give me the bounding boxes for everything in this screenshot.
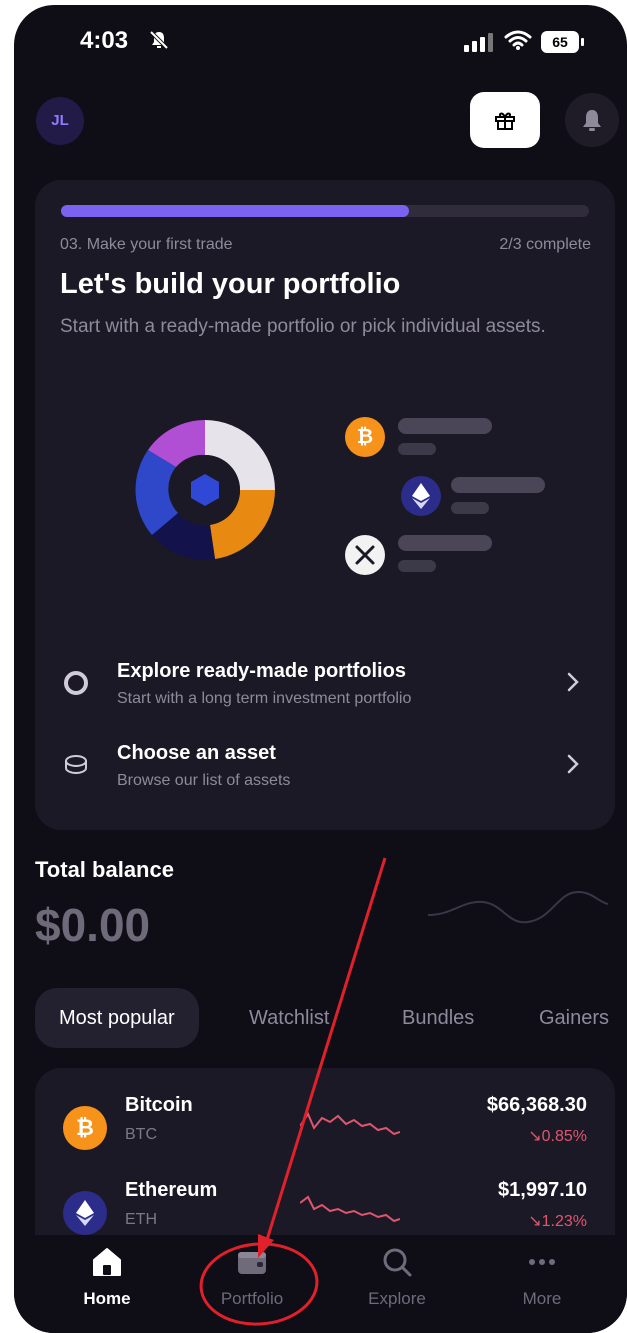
tab-bundles[interactable]: Bundles (402, 988, 474, 1048)
trend-down-icon: ↘ (528, 1128, 542, 1145)
card-subtitle: Start with a ready-made portfolio or pic… (60, 316, 546, 337)
battery-indicator: 65 (541, 31, 584, 53)
more-dots-icon (529, 1259, 555, 1265)
bell-muted-icon (149, 30, 169, 50)
nav-label: More (522, 1289, 562, 1308)
placeholder-bar (451, 477, 545, 493)
wallet-icon (238, 1252, 266, 1274)
asset-change-value: 1.23% (541, 1213, 587, 1230)
progress-bar (61, 205, 589, 217)
tab-gainers[interactable]: Gainers (539, 988, 609, 1048)
chevron-right-icon (567, 754, 579, 774)
placeholder-bar (398, 535, 492, 551)
option-description: Start with a long term investment portfo… (117, 690, 412, 707)
asset-change: ↘1.23% (528, 1211, 587, 1231)
asset-price: $1,997.10 (498, 1179, 587, 1201)
option-title: Choose an asset (117, 742, 276, 764)
nav-more[interactable]: More (482, 1235, 602, 1333)
step-label: 03. Make your first trade (60, 236, 233, 253)
bitcoin-icon: ₿ (63, 1106, 107, 1150)
wifi-icon (504, 30, 532, 50)
option-title: Explore ready-made portfolios (117, 660, 406, 682)
ethereum-coin-icon (401, 476, 441, 516)
asset-name: Ethereum (125, 1179, 218, 1201)
placeholder-bar (398, 560, 436, 572)
gift-button[interactable] (470, 92, 540, 148)
placeholder-bar (398, 418, 492, 434)
progress-fill (61, 205, 410, 217)
explore-portfolios-option[interactable]: Explore ready-made portfolios Start with… (35, 660, 615, 730)
nav-label: Home (83, 1289, 131, 1308)
gift-icon (495, 112, 515, 130)
ring-icon (64, 671, 88, 695)
bottom-nav: Home Portfolio Explore More (14, 1235, 627, 1333)
asset-list: ₿ Bitcoin BTC $66,368.30 ↘0.85% Ethereum… (35, 1068, 615, 1248)
status-time: 4:03 (80, 27, 129, 54)
phone-screen: 4:03 65 JL 03. Make your first trade 2/3… (14, 5, 627, 1333)
coins-stack-icon (65, 755, 87, 775)
chevron-right-icon (567, 672, 579, 692)
notifications-button[interactable] (565, 93, 619, 147)
asset-change-value: 0.85% (541, 1128, 587, 1145)
tab-watchlist[interactable]: Watchlist (249, 988, 329, 1048)
asset-change: ↘0.85% (528, 1126, 587, 1146)
choose-asset-option[interactable]: Choose an asset Browse our list of asset… (35, 742, 615, 812)
option-description: Browse our list of assets (117, 772, 291, 789)
bitcoin-coin-icon: ₿ (345, 417, 385, 457)
card-title: Let's build your portfolio (60, 268, 401, 300)
portfolio-donut-illustration (135, 420, 275, 560)
placeholder-bar (398, 443, 436, 455)
asset-price: $66,368.30 (486, 1094, 587, 1116)
xrp-coin-icon (345, 535, 385, 575)
asset-row-bitcoin[interactable]: ₿ Bitcoin BTC $66,368.30 ↘0.85% (35, 1094, 615, 1174)
price-sparkline (300, 1195, 400, 1223)
balance-sparkline (428, 890, 608, 924)
tab-most-popular[interactable]: Most popular (35, 988, 199, 1048)
onboarding-card: 03. Make your first trade 2/3 complete L… (35, 180, 615, 830)
step-count: 2/3 complete (499, 236, 591, 253)
ethereum-icon (63, 1191, 107, 1235)
search-icon (383, 1248, 412, 1277)
asset-symbol: ETH (125, 1211, 157, 1228)
avatar[interactable]: JL (36, 97, 84, 145)
placeholder-bar (451, 502, 489, 514)
nav-portfolio[interactable]: Portfolio (192, 1235, 312, 1333)
asset-symbol: BTC (125, 1126, 157, 1143)
nav-label: Explore (368, 1289, 426, 1308)
nav-home[interactable]: Home (47, 1235, 167, 1333)
total-balance-value: $0.00 (35, 899, 151, 951)
cell-signal-icon (464, 33, 493, 52)
nav-label: Portfolio (220, 1289, 284, 1308)
total-balance-label: Total balance (35, 857, 174, 882)
price-sparkline (300, 1111, 400, 1136)
bell-icon (583, 110, 601, 131)
nav-explore[interactable]: Explore (337, 1235, 457, 1333)
asset-name: Bitcoin (125, 1094, 193, 1116)
trend-down-icon: ↘ (528, 1213, 542, 1230)
home-icon (93, 1248, 121, 1276)
